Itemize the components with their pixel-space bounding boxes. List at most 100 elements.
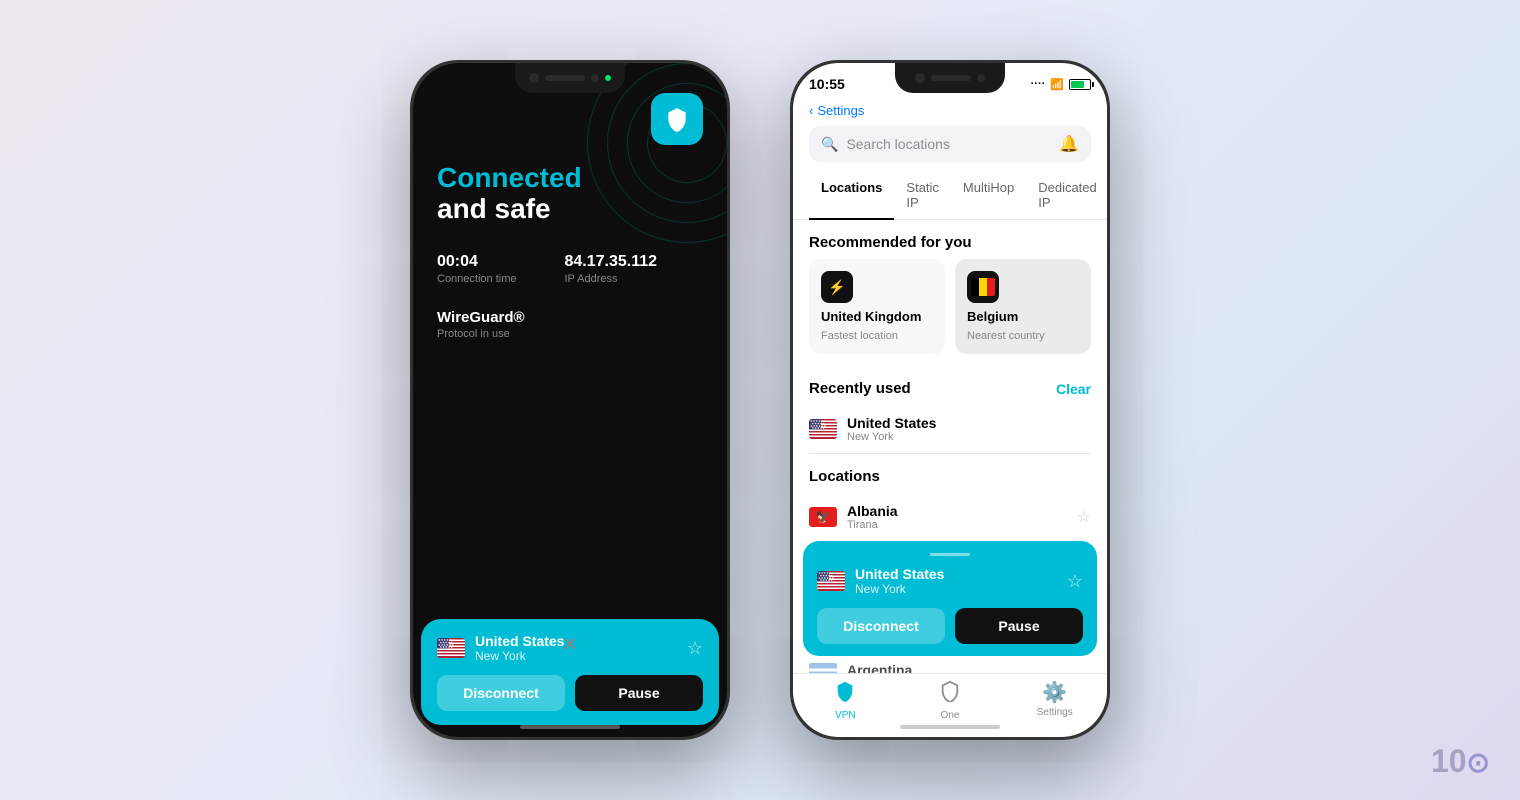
uk-sublabel: Fastest location — [821, 330, 933, 342]
active-disconnect-button[interactable]: Disconnect — [817, 608, 945, 644]
albania-city: Tirana — [847, 519, 1067, 531]
argentina-location-text: Argentina — [847, 662, 1091, 673]
be-black — [971, 278, 979, 296]
wifi-icon: 📶 — [1050, 78, 1064, 91]
right-notch-dot — [977, 74, 985, 82]
left-phone: Connected and safe 00:04 Connection time… — [410, 60, 730, 740]
albania-favorite-star[interactable]: ☆ — [1077, 507, 1091, 527]
recommended-title: Recommended for you — [809, 234, 972, 251]
recent-us-country: United States — [847, 415, 1091, 431]
active-city: New York — [855, 582, 944, 596]
recently-used-title: Recently used — [809, 380, 911, 397]
locations-title: Locations — [809, 468, 880, 485]
right-notch-camera — [915, 73, 925, 83]
active-location-left: ★★★★★★ ★★★★★ ★★★★★★ ★★★★★ United States … — [817, 566, 944, 596]
active-favorite-star[interactable]: ☆ — [1067, 571, 1083, 592]
active-action-buttons: Disconnect Pause — [817, 608, 1083, 644]
vpn-shield-button[interactable] — [651, 93, 703, 145]
protocol-name: WireGuard® — [437, 309, 703, 326]
us-flag-icon: ★★★★★★ ★★★★★ ★★★★★★ ★★★★★ — [437, 638, 465, 658]
us-flag-active: ★★★★★★ ★★★★★ ★★★★★★ ★★★★★ — [817, 571, 845, 591]
locations-section-header: Locations — [793, 454, 1107, 493]
recent-us-location-text: United States New York — [847, 415, 1091, 443]
location-item-albania[interactable]: 🦅 Albania Tirana ☆ — [793, 493, 1107, 541]
pause-button[interactable]: Pause — [575, 675, 703, 711]
tab-static-ip[interactable]: Static IP — [894, 172, 951, 220]
signal-icon: ···· — [1031, 78, 1046, 90]
green-dot-indicator — [605, 75, 611, 81]
city-name: New York — [475, 649, 564, 663]
rec-card-uk[interactable]: ⚡ United Kingdom Fastest location — [809, 259, 945, 354]
recently-used-item-us[interactable]: ★★★★★★ ★★★★★ ★★★★★★ ★★★★★ United States … — [793, 405, 1107, 453]
locations-screen: 10:55 ···· 📶 ‹ Settings 🔍 Search loc — [793, 63, 1107, 737]
one-tab-label: One — [941, 710, 960, 721]
one-tab-icon — [939, 680, 961, 708]
belgium-flag — [971, 278, 995, 296]
belgium-country: Belgium — [967, 309, 1079, 324]
back-label: Settings — [817, 103, 864, 118]
notch-camera — [529, 73, 539, 83]
search-icon: 🔍 — [821, 136, 838, 153]
be-red — [987, 278, 995, 296]
right-phone-screen: 10:55 ···· 📶 ‹ Settings 🔍 Search loc — [793, 63, 1107, 737]
albania-flag: 🦅 — [809, 507, 837, 527]
close-button[interactable]: ✕ — [562, 632, 579, 657]
home-bar — [520, 725, 620, 729]
location-text: United States New York — [475, 633, 564, 663]
active-country: United States — [855, 566, 944, 582]
argentina-country: Argentina — [847, 662, 1091, 673]
vpn-protocol: WireGuard® Protocol in use — [437, 309, 703, 340]
app-watermark: 10⊙ — [1431, 743, 1490, 780]
recently-used-header: Recently used Clear — [793, 366, 1107, 405]
disconnect-button[interactable]: Disconnect — [437, 675, 565, 711]
active-pause-button[interactable]: Pause — [955, 608, 1083, 644]
time-value: 00:04 — [437, 253, 517, 271]
active-location-text: United States New York — [855, 566, 944, 596]
battery-tip — [1092, 82, 1094, 87]
svg-text:★★★★★: ★★★★★ — [440, 645, 454, 649]
status-icons: ···· 📶 — [1031, 78, 1091, 91]
location-info: ★★★★★★ ★★★★★ ★★★★★★ ★★★★★ United States … — [437, 633, 564, 663]
right-phone-notch — [895, 63, 1005, 93]
vpn-tab-label: VPN — [835, 710, 856, 721]
locations-content: Recommended for you ⚡ United Kingdom Fas… — [793, 220, 1107, 673]
country-name: United States — [475, 633, 564, 649]
left-phone-screen: Connected and safe 00:04 Connection time… — [413, 63, 727, 737]
rec-card-belgium[interactable]: Belgium Nearest country — [955, 259, 1091, 354]
be-yellow — [979, 278, 987, 296]
settings-tab-label: Settings — [1037, 707, 1073, 718]
vpn-content-area: Connected and safe 00:04 Connection time… — [413, 63, 727, 611]
belgium-sublabel: Nearest country — [967, 330, 1079, 342]
right-home-bar — [900, 725, 1000, 729]
back-arrow: ‹ — [809, 103, 813, 118]
tab-multihop[interactable]: MultiHop — [951, 172, 1026, 220]
svg-text:★★★★★: ★★★★★ — [820, 578, 834, 582]
phone-notch — [515, 63, 625, 93]
search-bar[interactable]: 🔍 Search locations 🔔 — [809, 126, 1091, 162]
svg-text:★★★★★: ★★★★★ — [812, 426, 826, 430]
battery-fill — [1071, 81, 1084, 88]
tab-bar-one[interactable]: One — [898, 680, 1003, 721]
nav-back[interactable]: ‹ Settings — [793, 99, 1107, 126]
notch-speaker — [545, 75, 585, 81]
uk-country: United Kingdom — [821, 309, 933, 324]
battery-icon — [1069, 79, 1091, 90]
location-item-argentina[interactable]: Argentina — [793, 656, 1107, 673]
connection-time-stat: 00:04 Connection time — [437, 253, 517, 285]
tab-dedicated-ip[interactable]: Dedicated IP — [1026, 172, 1107, 220]
us-flag-recent: ★★★★★★ ★★★★★ ★★★★★★ ★★★★★ — [809, 419, 837, 439]
favorite-star[interactable]: ☆ — [687, 638, 703, 659]
tab-bar-settings[interactable]: ⚙️ Settings — [1002, 680, 1107, 721]
clear-button[interactable]: Clear — [1056, 381, 1091, 397]
uk-lightning-icon: ⚡ — [821, 271, 853, 303]
right-notch-speaker — [931, 75, 971, 81]
tab-bar-vpn[interactable]: VPN — [793, 680, 898, 721]
vpn-connected-screen: Connected and safe 00:04 Connection time… — [413, 63, 727, 737]
albania-location-text: Albania Tirana — [847, 503, 1067, 531]
notch-dot — [591, 74, 599, 82]
notification-bell-icon[interactable]: 🔔 — [1059, 134, 1079, 154]
recommended-header: Recommended for you — [793, 220, 1107, 259]
tab-locations[interactable]: Locations — [809, 172, 894, 220]
belgium-flag-box — [967, 271, 999, 303]
location-tabs: Locations Static IP MultiHop Dedicated I… — [793, 162, 1107, 220]
